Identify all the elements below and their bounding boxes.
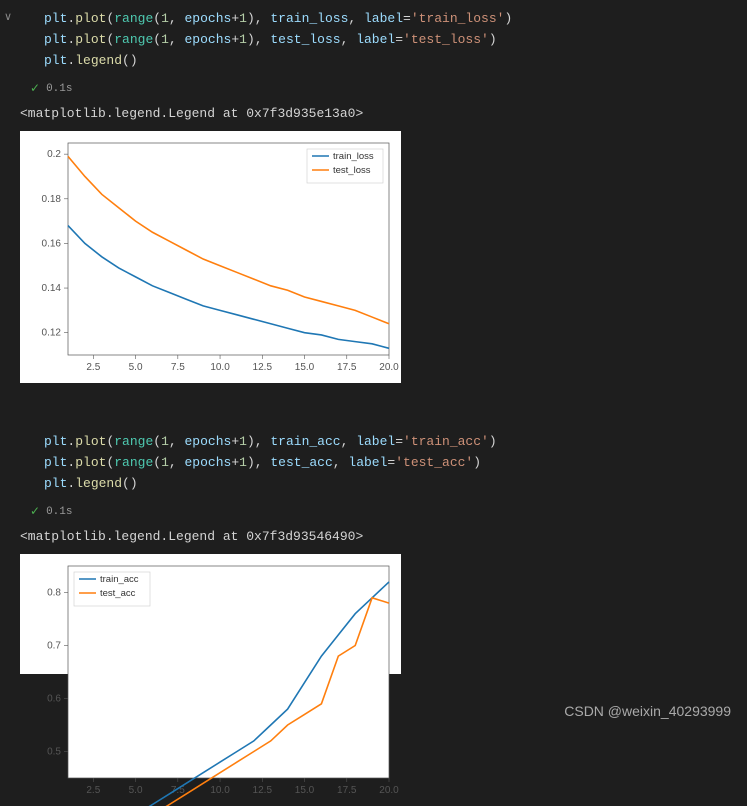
svg-text:0.5: 0.5 bbox=[47, 747, 61, 758]
svg-text:12.5: 12.5 bbox=[253, 785, 273, 796]
svg-text:0.7: 0.7 bbox=[47, 641, 61, 652]
svg-text:test_acc: test_acc bbox=[100, 588, 136, 599]
svg-text:15.0: 15.0 bbox=[295, 362, 315, 373]
svg-text:15.0: 15.0 bbox=[295, 785, 315, 796]
acc-plot: 0.50.60.70.82.55.07.510.012.515.017.520.… bbox=[20, 554, 401, 674]
cell-status: ✓ 0.1s bbox=[0, 77, 747, 100]
code-line: plt.plot(range(1, epochs+1), test_acc, l… bbox=[44, 452, 737, 473]
code-line: plt.plot(range(1, epochs+1), train_acc, … bbox=[44, 431, 737, 452]
svg-text:20.0: 20.0 bbox=[379, 362, 399, 373]
svg-text:0.16: 0.16 bbox=[42, 238, 62, 249]
svg-text:train_acc: train_acc bbox=[100, 574, 139, 585]
notebook-cell-2: plt.plot(range(1, epochs+1), train_acc, … bbox=[0, 423, 747, 674]
svg-text:2.5: 2.5 bbox=[86, 785, 100, 796]
cell-gap bbox=[0, 383, 747, 423]
notebook-cell-1: ∨ plt.plot(range(1, epochs+1), train_los… bbox=[0, 0, 747, 383]
svg-text:10.0: 10.0 bbox=[210, 362, 230, 373]
cell-status: ✓ 0.1s bbox=[0, 500, 747, 523]
exec-time: 0.1s bbox=[46, 83, 72, 95]
svg-text:20.0: 20.0 bbox=[379, 785, 399, 796]
svg-text:0.6: 0.6 bbox=[47, 694, 61, 705]
exec-time: 0.1s bbox=[46, 506, 72, 518]
svg-text:0.14: 0.14 bbox=[42, 283, 62, 294]
output-repr: <matplotlib.legend.Legend at 0x7f3d93546… bbox=[0, 523, 747, 554]
svg-text:17.5: 17.5 bbox=[337, 362, 357, 373]
svg-text:10.0: 10.0 bbox=[210, 785, 230, 796]
code-block[interactable]: plt.plot(range(1, epochs+1), train_acc, … bbox=[0, 423, 747, 500]
loss-plot: 0.12 0.14 0.16 0.18 0.2 2.5 5.0 7.5 10.0 12.5 15.0… bbox=[20, 131, 401, 383]
svg-text:0.18: 0.18 bbox=[42, 194, 62, 205]
svg-text:train_loss: train_loss bbox=[333, 151, 374, 162]
svg-text:7.5: 7.5 bbox=[171, 785, 185, 796]
svg-text:5.0: 5.0 bbox=[129, 362, 143, 373]
watermark: CSDN @weixin_40293999 bbox=[564, 703, 731, 719]
code-line: plt.legend() bbox=[44, 50, 737, 71]
svg-text:7.5: 7.5 bbox=[171, 362, 185, 373]
check-icon: ✓ bbox=[30, 81, 40, 96]
svg-text:test_loss: test_loss bbox=[333, 165, 371, 176]
code-line: plt.plot(range(1, epochs+1), train_loss,… bbox=[44, 8, 737, 29]
code-block[interactable]: ∨ plt.plot(range(1, epochs+1), train_los… bbox=[0, 0, 747, 77]
svg-text:0.12: 0.12 bbox=[42, 328, 62, 339]
svg-text:12.5: 12.5 bbox=[253, 362, 273, 373]
svg-text:17.5: 17.5 bbox=[337, 785, 357, 796]
check-icon: ✓ bbox=[30, 504, 40, 519]
token-obj: plt bbox=[44, 11, 67, 26]
code-line: plt.plot(range(1, epochs+1), test_loss, … bbox=[44, 29, 737, 50]
cell-collapse-icon[interactable]: ∨ bbox=[4, 8, 12, 29]
svg-text:2.5: 2.5 bbox=[86, 362, 100, 373]
svg-text:5.0: 5.0 bbox=[129, 785, 143, 796]
output-repr: <matplotlib.legend.Legend at 0x7f3d935e1… bbox=[0, 100, 747, 131]
code-line: plt.legend() bbox=[44, 473, 737, 494]
svg-text:0.8: 0.8 bbox=[47, 588, 61, 599]
svg-text:0.2: 0.2 bbox=[47, 149, 61, 160]
